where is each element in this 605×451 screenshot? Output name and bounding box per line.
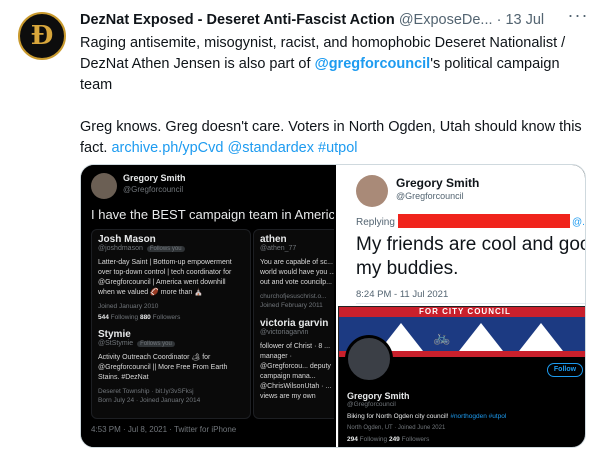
author-name[interactable]: DezNat Exposed - Deseret Anti-Fascist Ac… <box>80 12 395 28</box>
profile-card-list: Josh Mason @joshdmason Follows you Latter… <box>91 229 251 419</box>
profile-name: Gregory Smith <box>347 391 410 401</box>
profile-bio: Biking for North Ogden city council! #no… <box>347 413 507 420</box>
follow-button: Follow <box>547 363 583 377</box>
tweet-header: DezNat Exposed - Deseret Anti-Fascist Ac… <box>80 10 550 30</box>
card-name: Josh Mason <box>98 234 156 245</box>
screenshot-author-handle: @Gregforcouncil <box>123 185 184 194</box>
card-bio: You are capable of sc... world would hav… <box>260 259 334 286</box>
profile-screenshot: FOR CITY COUNCIL 🚲 Follow Gregory Smith … <box>338 306 585 447</box>
avatar <box>356 175 388 207</box>
screenshot-author-name: Gregory Smith <box>123 173 186 183</box>
card-bio: follower of Christ · 8 ... manager · @Gr… <box>260 343 332 400</box>
screenshot-timestamp: 4:53 PM · Jul 8, 2021 · Twitter for iPho… <box>91 425 237 434</box>
screenshot-tweet-text: I have the BEST campaign team in America <box>91 207 334 222</box>
media-image-right[interactable]: Gregory Smith @Gregforcouncil Replying t… <box>336 165 586 447</box>
banner-text: FOR CITY COUNCIL <box>419 307 511 316</box>
card-bio: Latter-day Saint | Bottom-up empowerment… <box>98 259 232 296</box>
screenshot-author-name: Gregory Smith <box>396 176 480 190</box>
mention-link[interactable]: @standardex <box>228 140 314 156</box>
card-handle: @joshdmason <box>98 245 143 252</box>
profile-meta: North Ogden, UT · Joined June 2021 <box>347 425 446 431</box>
card-handle: @athen_77 <box>260 245 297 252</box>
card-handle: @StStymie <box>98 340 134 347</box>
deseret-d-logo-icon: Ð <box>30 21 54 51</box>
card-stats: 544 Following 880 Followers <box>98 314 181 321</box>
redaction-bar <box>398 214 570 228</box>
mention-link[interactable]: @gregforcouncil <box>315 56 431 72</box>
ellipsis-icon[interactable]: ··· <box>566 6 590 28</box>
card-bio: Activity Outreach Coordinator 🏕 for @Gre… <box>98 354 228 381</box>
card-joined: Joined January 2010 <box>98 303 159 310</box>
card-name: victoria garvin <box>260 318 329 329</box>
avatar <box>345 335 393 383</box>
screenshot-tweet-text: My friends are cool and goo my buddies. <box>356 234 586 279</box>
card-meta: Deseret Township · bit.ly/3vSFksj <box>98 388 194 395</box>
profile-stats: 294 Following 249 Followers <box>347 436 430 443</box>
tweet[interactable]: Ð DezNat Exposed - Deseret Anti-Fascist … <box>0 0 605 451</box>
media-grid[interactable]: Gregory Smith @Gregforcouncil I have the… <box>80 164 586 448</box>
profile-handle: @Gregforcouncil <box>347 401 396 408</box>
card-meta: churchofjesuschrist.o... <box>260 293 327 300</box>
profile-card-list: athen @athen_77 You are capable of sc...… <box>253 229 334 419</box>
hashtag-link[interactable]: #utpol <box>318 140 358 156</box>
tweet-text: Raging antisemite, misogynist, racist, a… <box>80 33 595 159</box>
card-meta: Born July 24 · Joined January 2014 <box>98 397 201 404</box>
card-joined: Joined February 2011 <box>260 302 323 309</box>
archive-link[interactable]: archive.ph/ypCvd <box>111 140 223 156</box>
screenshot-author-handle: @Gregforcouncil <box>396 191 464 201</box>
follows-you-badge: Follows you <box>146 246 185 252</box>
separator-dot: · <box>496 12 502 28</box>
author-handle[interactable]: @ExposeDe... <box>399 12 493 28</box>
card-name: athen <box>260 234 287 245</box>
follows-you-badge: Follows you <box>137 341 175 347</box>
screenshot-timestamp: 8:24 PM - 11 Jul 2021 <box>356 289 449 300</box>
profile-avatar[interactable]: Ð <box>18 12 66 60</box>
replying-to-handle: @... <box>572 217 585 228</box>
bicycle-icon: 🚲 <box>433 329 451 345</box>
media-image-left[interactable]: Gregory Smith @Gregforcouncil I have the… <box>81 165 334 447</box>
tweet-date[interactable]: 13 Jul <box>505 12 544 28</box>
card-name: Stymie <box>98 329 131 340</box>
avatar <box>91 173 117 199</box>
card-handle: @victoriagarvin <box>260 329 309 336</box>
divider <box>356 303 585 304</box>
